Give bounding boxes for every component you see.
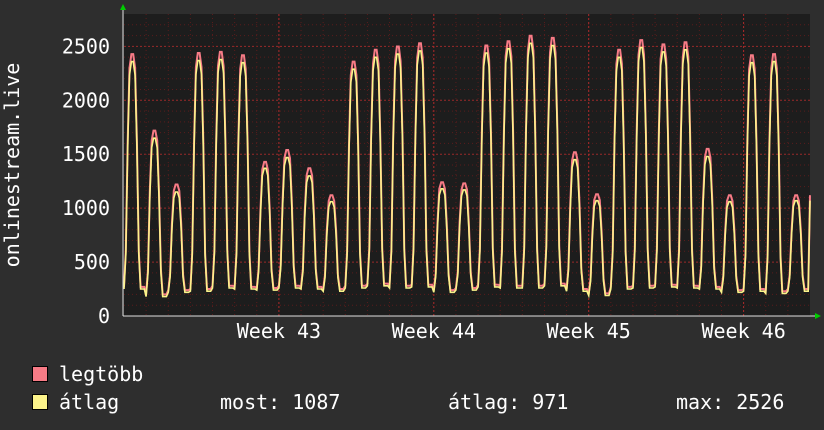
y-tick-label: 2500: [62, 34, 110, 58]
chart: 05001000150020002500 Week 43 Week 44 Week …: [0, 4, 821, 343]
legend-label-avg: átlag: [59, 390, 120, 414]
legend-label-max: legtöbb: [59, 362, 144, 386]
x-axis-arrow: [815, 313, 821, 319]
y-tick-label: 0: [98, 304, 110, 328]
x-tick-label: Week 45: [547, 319, 631, 343]
y-axis-arrow: [120, 4, 126, 10]
y-tick-label: 2000: [62, 88, 110, 112]
y-tick-label: 1000: [62, 196, 110, 220]
x-tick-label: Week 43: [237, 319, 321, 343]
y-tick-label: 500: [74, 250, 110, 274]
max-value: max: 2526: [676, 390, 785, 414]
legend-swatch-avg: [32, 394, 48, 410]
current-value: most: 1087: [220, 390, 341, 414]
chart-panel: 0 500 1000 1500 2000 2500 Week 43 Week 44 Week …: [0, 0, 824, 430]
y-tick-label: 1500: [62, 142, 110, 166]
average-value: átlag: 971: [448, 390, 569, 414]
legend-swatch-max: [32, 366, 48, 382]
plot-area: [124, 14, 810, 316]
x-tick-label: Week 44: [392, 319, 476, 343]
x-tick-label: Week 46: [701, 319, 785, 343]
y-tick-labels: 0 500 1000 1500 2000 2500: [62, 34, 110, 328]
x-tick-labels: Week 43 Week 44 Week 45 Week 46: [237, 319, 786, 343]
y-axis-label: onlinestream.live: [0, 63, 24, 268]
